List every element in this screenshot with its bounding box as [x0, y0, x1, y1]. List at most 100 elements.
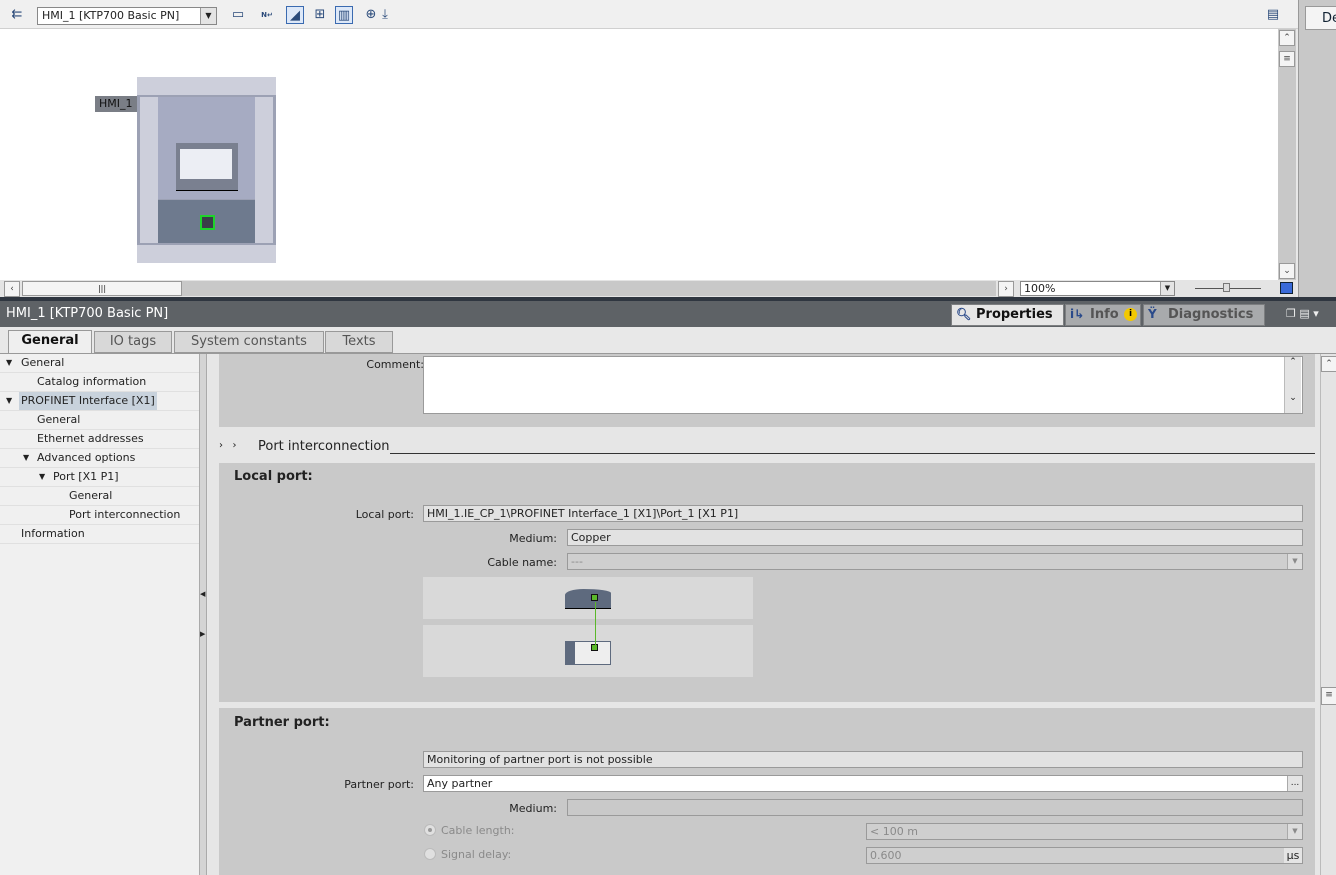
tree-item-profinet-interface[interactable]: ▼ PROFINET Interface [X1] [0, 392, 199, 411]
scroll-right-icon[interactable]: › [998, 281, 1014, 297]
tree-item-ethernet-addresses[interactable]: Ethernet addresses [0, 430, 199, 449]
tree-label: Information [21, 527, 85, 540]
show-address-icon[interactable]: ▭ [229, 6, 247, 24]
expand-icon[interactable]: ▼ [6, 354, 12, 372]
local-port-label: Local port: [355, 508, 414, 521]
scroll-up-icon[interactable]: ⌃ [1279, 30, 1295, 46]
scroll-thumb[interactable]: ||| [22, 281, 182, 296]
tree-item-port-x1-p1[interactable]: ▼ Port [X1 P1] [0, 468, 199, 487]
overview-icon[interactable]: ▥ [335, 6, 353, 24]
signal-delay-value: 0.600 [870, 849, 902, 862]
zoom-select[interactable]: 100% ▼ [1020, 281, 1175, 296]
chevron-down-icon[interactable]: ▼ [1287, 824, 1302, 839]
scroll-thumb[interactable]: ≡ [1279, 51, 1295, 67]
cable-name-value: --- [571, 555, 583, 568]
tree-item-port-general[interactable]: General [0, 487, 199, 506]
cable-name-select[interactable]: --- ▼ [567, 553, 1303, 570]
tree-item-interface-general[interactable]: General [0, 411, 199, 430]
name-icon[interactable]: N↵ [258, 6, 276, 24]
partner-medium-field [567, 799, 1303, 816]
panel-settings-icon[interactable]: ▤ [1264, 6, 1282, 24]
monitoring-message: Monitoring of partner port is not possib… [423, 751, 1303, 768]
highlight-icon[interactable]: ◢ [286, 6, 304, 24]
zoom-slider-thumb[interactable] [1223, 283, 1230, 292]
local-port-field: HMI_1.IE_CP_1\PROFINET Interface_1 [X1]\… [423, 505, 1303, 522]
expand-icon[interactable]: ▼ [23, 449, 29, 467]
scroll-down-icon[interactable]: ⌄ [1279, 263, 1295, 279]
navigation-tree: ▼ General Catalog information ▼ PROFINET I… [0, 354, 199, 875]
device-label: HMI_1 [95, 96, 137, 112]
signal-delay-unit: µs [1284, 848, 1302, 863]
tree-label: Catalog information [37, 375, 147, 388]
download-icon[interactable]: ⤓ [379, 6, 391, 24]
tree-item-general[interactable]: ▼ General [0, 354, 199, 373]
local-port-heading: Local port: [234, 469, 313, 484]
tree-label: Ethernet addresses [37, 432, 144, 445]
signal-delay-radio[interactable] [424, 848, 436, 860]
comment-label: Comment: [366, 358, 424, 371]
tree-item-port-interconnection[interactable]: Port interconnection [0, 506, 199, 525]
prop-tab-system-constants[interactable]: System constants [174, 331, 324, 353]
device-data-tab[interactable]: De [1305, 6, 1336, 30]
info-icon: i↳ [1070, 307, 1085, 321]
local-device-graphic [423, 577, 753, 619]
tree-item-catalog-information[interactable]: Catalog information [0, 373, 199, 392]
link-line [595, 602, 596, 646]
inspector-title: HMI_1 [KTP700 Basic PN] [6, 306, 169, 321]
device-toolbar: ⇇ HMI_1 [KTP700 Basic PN] ▼ ▭ N↵ ◢ ⊞ ▥ ⊕ … [0, 0, 1298, 29]
tree-item-advanced-options[interactable]: ▼ Advanced options [0, 449, 199, 468]
chevron-down-icon[interactable]: ▼ [200, 8, 216, 24]
device-canvas[interactable]: HMI_1 [0, 29, 1278, 280]
canvas-vertical-scrollbar[interactable]: ⌃ ≡ ⌄ [1278, 29, 1296, 280]
canvas-horizontal-scrollbar[interactable]: ‹ ||| › 100% ▼ [0, 280, 1296, 297]
partner-port-heading: Partner port: [234, 715, 330, 730]
device-select[interactable]: HMI_1 [KTP700 Basic PN] ▼ [37, 7, 217, 25]
medium-field: Copper [567, 529, 1303, 546]
tree-label: Port [X1 P1] [53, 470, 119, 483]
zoom-value: 100% [1024, 282, 1056, 295]
medium-label: Medium: [509, 532, 557, 545]
cable-length-select[interactable]: < 100 m ▼ [866, 823, 1303, 840]
scroll-left-icon[interactable]: ‹ [4, 281, 20, 297]
comment-scrollbar[interactable]: ⌃ ⌄ [1284, 357, 1301, 413]
properties-icon: 🔍︎ [956, 307, 972, 321]
comment-textarea[interactable] [423, 356, 1303, 414]
warning-badge-icon: i [1124, 308, 1137, 321]
chevron-down-icon[interactable]: ▼ [1287, 554, 1302, 569]
properties-vertical-scrollbar[interactable]: ⌃ ≡ [1320, 354, 1336, 875]
expand-icon[interactable]: ▼ [39, 468, 45, 486]
tree-item-information[interactable]: Information [0, 525, 199, 544]
port-icon[interactable] [591, 594, 598, 601]
zoom-icon[interactable]: ⊕ [362, 6, 380, 24]
section-nav-icon[interactable]: › › [219, 440, 237, 451]
prop-tab-texts[interactable]: Texts [325, 331, 393, 353]
tab-diagnostics[interactable]: Ϋ Diagnostics [1143, 304, 1265, 326]
browse-button[interactable]: ... [1287, 776, 1302, 791]
scroll-thumb[interactable]: ≡ [1321, 687, 1336, 705]
hmi-device[interactable] [137, 77, 276, 263]
ethernet-port-icon[interactable] [200, 215, 215, 230]
network-view-icon[interactable]: ⇇ [8, 6, 26, 24]
expand-icon[interactable]: ▼ [6, 392, 12, 410]
tree-label: PROFINET Interface [X1] [19, 392, 157, 410]
tab-properties[interactable]: 🔍︎ Properties [951, 304, 1064, 326]
overview-navigation-icon[interactable] [1280, 282, 1293, 294]
cable-length-radio[interactable] [424, 824, 436, 836]
partner-device-icon [565, 641, 611, 665]
partner-port-field[interactable]: Any partner... [423, 775, 1303, 792]
hmi-screen-icon [176, 143, 238, 191]
tree-splitter[interactable]: ◀ ▶ [199, 354, 207, 875]
local-port-section: Local port: Local port: HMI_1.IE_CP_1\PR… [219, 463, 1315, 702]
tree-label: Port interconnection [69, 508, 181, 521]
collapse-left-icon[interactable]: ◀ [200, 590, 205, 598]
section-title: Port interconnection [258, 439, 390, 454]
grid-icon[interactable]: ⊞ [311, 6, 329, 24]
scroll-up-icon[interactable]: ⌃ [1321, 356, 1336, 372]
expand-right-icon[interactable]: ▶ [200, 630, 205, 638]
tab-label: Properties [976, 307, 1053, 322]
tab-info[interactable]: i↳ Info i [1065, 304, 1141, 326]
prop-tab-io-tags[interactable]: IO tags [94, 331, 172, 353]
window-controls-icon[interactable]: ❐ ▤ ▾ [1286, 307, 1319, 320]
prop-tab-general[interactable]: General [8, 330, 92, 354]
chevron-down-icon[interactable]: ▼ [1160, 282, 1174, 295]
